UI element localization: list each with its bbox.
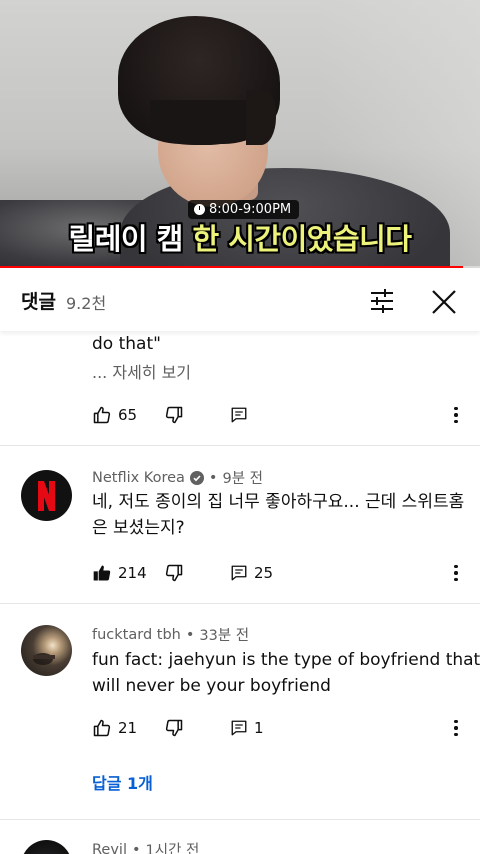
- meta-separator: •: [185, 626, 195, 643]
- view-replies-link[interactable]: 답글 1개: [92, 770, 153, 794]
- comment-meta: Netflix Korea • 9분 전: [92, 467, 263, 488]
- meta-separator: •: [208, 469, 218, 486]
- comment-divider: [0, 819, 480, 820]
- like-count: 21: [118, 719, 138, 737]
- reply-button[interactable]: 1: [230, 716, 264, 740]
- comment-text: do that": [92, 334, 161, 354]
- comment-more-menu[interactable]: [448, 716, 464, 740]
- sliders-icon: [371, 289, 393, 313]
- read-more-link[interactable]: ... 자세히 보기: [92, 359, 191, 383]
- comment-divider: [0, 603, 480, 604]
- thumbs-up-filled-icon: [93, 565, 111, 581]
- comments-title: 댓글: [21, 291, 56, 313]
- like-button[interactable]: 65: [92, 403, 137, 427]
- thumbs-up-icon: [93, 719, 111, 737]
- video-person-fringe: [150, 100, 260, 145]
- comment-time: 33분 전: [199, 628, 250, 644]
- comment-text-line-1: fun fact: jaehyun is the type of boyfrie…: [92, 650, 480, 670]
- comment-text-line-2: 은 보셨는지?: [92, 518, 185, 538]
- reply-icon: [231, 720, 247, 736]
- video-progress-bar[interactable]: [0, 266, 480, 268]
- comment-time: 1시간 전: [145, 843, 200, 854]
- comment-divider: [0, 445, 480, 446]
- comment-author[interactable]: fucktard tbh: [92, 627, 181, 643]
- video-caption-highlight: 한 시간이었습니다: [192, 222, 412, 256]
- close-icon: [432, 290, 456, 314]
- comment-more-menu[interactable]: [448, 561, 464, 585]
- video-caption-white: 릴레이 캠: [68, 222, 193, 256]
- video-progress-fill: [0, 266, 464, 268]
- stopwatch-icon: [194, 204, 205, 215]
- thumbs-up-icon: [93, 406, 111, 424]
- comment-actions: 21 1: [92, 716, 462, 740]
- comment-actions: 65: [92, 403, 462, 427]
- video-player[interactable]: 8:00-9:00PM 릴레이 캠 한 시간이었습니다: [0, 0, 480, 268]
- comment-meta: fucktard tbh • 33분 전: [92, 624, 249, 645]
- comment-more-menu[interactable]: [448, 403, 464, 427]
- like-button[interactable]: 214: [92, 561, 147, 585]
- reply-count: 25: [254, 564, 274, 582]
- avatar[interactable]: [21, 840, 72, 854]
- comment-author[interactable]: Revil: [92, 842, 127, 854]
- reply-icon: [231, 407, 247, 423]
- video-caption: 릴레이 캠 한 시간이었습니다: [0, 216, 480, 258]
- comments-sheet: 댓글 9.2천 do that" ... 자세히 보기 65 Netflix K…: [0, 269, 480, 854]
- reply-button[interactable]: 25: [230, 561, 273, 585]
- video-person-hair-side: [246, 90, 276, 145]
- comment-author[interactable]: Netflix Korea: [92, 470, 185, 486]
- like-count: 65: [118, 406, 138, 424]
- comment-text-line-1: 네, 저도 종이의 집 너무 좋아하구요... 근데 스위트홈: [92, 492, 465, 512]
- close-comments-button[interactable]: [428, 286, 460, 318]
- meta-separator: •: [131, 841, 141, 854]
- like-button[interactable]: 21: [92, 716, 137, 740]
- like-count: 214: [118, 564, 147, 582]
- comment-text-line-2: will never be your boyfriend: [92, 676, 331, 696]
- avatar[interactable]: [21, 470, 72, 521]
- dislike-button[interactable]: [164, 403, 184, 427]
- dislike-button[interactable]: [164, 716, 184, 740]
- verified-check-icon: [189, 470, 204, 485]
- reply-button[interactable]: [230, 403, 248, 427]
- avatar[interactable]: [21, 625, 72, 676]
- reply-count: 1: [254, 719, 264, 737]
- comment-meta: Revil • 1시간 전: [92, 839, 199, 854]
- comment-actions: 214 25: [92, 561, 462, 585]
- comment-time: 9분 전: [222, 471, 263, 487]
- sort-filter-button[interactable]: [365, 286, 399, 316]
- netflix-logo-icon: [38, 481, 55, 511]
- reply-icon: [231, 565, 247, 581]
- dislike-button[interactable]: [164, 561, 184, 585]
- thumbs-down-icon: [165, 564, 183, 582]
- user-photo-icon: [33, 653, 55, 665]
- thumbs-down-icon: [165, 406, 183, 424]
- comments-count: 9.2천: [66, 294, 107, 313]
- comments-header: 댓글 9.2천: [0, 269, 480, 331]
- thumbs-down-icon: [165, 719, 183, 737]
